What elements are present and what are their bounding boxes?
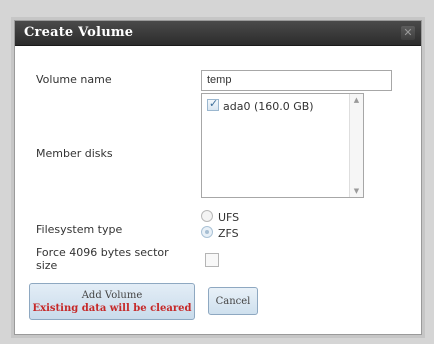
dialog-title: Create Volume <box>24 25 134 40</box>
radio-selected-icon[interactable] <box>201 226 213 238</box>
add-volume-label: Add Volume <box>81 290 143 301</box>
volume-name-input[interactable] <box>201 70 392 91</box>
member-disks-label: Member disks <box>36 147 113 160</box>
dialog-titlebar[interactable]: Create Volume ✕ <box>15 21 421 46</box>
member-disks-list[interactable]: ✓ ada0 (160.0 GB) ▲ ▼ <box>201 93 364 198</box>
chevron-up-icon[interactable]: ▲ <box>350 94 363 106</box>
radio-ufs[interactable]: UFS <box>201 210 239 224</box>
radio-icon[interactable] <box>201 210 213 222</box>
disk-item[interactable]: ✓ ada0 (160.0 GB) <box>207 97 314 113</box>
disk-list-scrollbar[interactable]: ▲ ▼ <box>349 94 363 197</box>
radio-ufs-label: UFS <box>218 211 240 224</box>
force-4096-label-line2: size <box>36 259 58 272</box>
close-icon[interactable]: ✕ <box>401 26 415 40</box>
radio-zfs[interactable]: ZFS <box>201 226 239 240</box>
checkmark-icon: ✓ <box>209 97 219 110</box>
force-4096-label-line1: Force 4096 bytes sector <box>36 246 169 259</box>
volume-name-label: Volume name <box>36 73 112 86</box>
force-4096-checkbox[interactable] <box>205 253 219 267</box>
add-volume-button[interactable]: Add Volume Existing data will be cleared <box>29 283 195 320</box>
radio-zfs-label: ZFS <box>218 227 239 240</box>
chevron-down-icon[interactable]: ▼ <box>350 185 363 197</box>
disk-item-label: ada0 (160.0 GB) <box>223 100 314 113</box>
filesystem-type-label: Filesystem type <box>36 223 123 236</box>
add-volume-warning: Existing data will be cleared <box>32 303 192 314</box>
create-volume-dialog: Create Volume ✕ Volume name Member disks… <box>14 20 422 335</box>
cancel-button[interactable]: Cancel <box>208 287 258 315</box>
checkbox-icon[interactable]: ✓ <box>207 97 219 111</box>
